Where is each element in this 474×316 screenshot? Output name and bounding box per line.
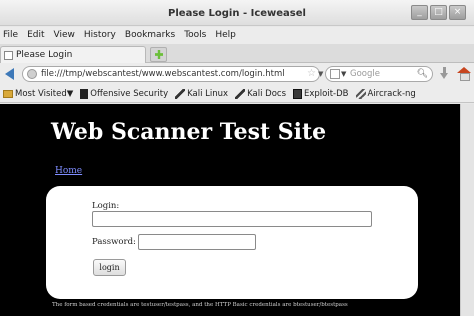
search-placeholder: Google bbox=[350, 69, 380, 79]
login-form: Login: Password: login bbox=[46, 186, 418, 299]
menu-bar: File Edit View History Bookmarks Tools H… bbox=[0, 27, 474, 44]
download-arrow-icon[interactable] bbox=[440, 67, 449, 80]
close-button[interactable]: × bbox=[449, 5, 466, 20]
new-tab-button[interactable] bbox=[150, 47, 167, 62]
site-title: Web Scanner Test Site bbox=[51, 119, 327, 145]
kali-dragon-icon bbox=[235, 88, 246, 99]
bookmark-most-visited[interactable]: Most Visited ▼ bbox=[3, 89, 73, 99]
tab-bar: Please Login bbox=[0, 44, 474, 63]
url-text: file:///tmp/webscantest/www.webscantest.… bbox=[41, 69, 285, 79]
window-controls: _ □ × bbox=[411, 5, 466, 20]
minimize-button[interactable]: _ bbox=[411, 5, 428, 20]
bookmark-offensive-security[interactable]: Offensive Security bbox=[80, 88, 169, 99]
plus-icon bbox=[155, 50, 163, 59]
magnifier-icon[interactable]: 🔍︎ bbox=[417, 68, 428, 80]
address-bar[interactable]: file:///tmp/webscantest/www.webscantest.… bbox=[22, 66, 337, 82]
bookmark-label: Kali Docs bbox=[247, 88, 286, 99]
window-titlebar: Please Login - Iceweasel _ □ × bbox=[0, 0, 474, 26]
page-icon bbox=[4, 51, 13, 60]
site-identity-icon[interactable] bbox=[27, 69, 37, 79]
bookmark-star-icon[interactable]: ☆ bbox=[307, 68, 316, 80]
home-link[interactable]: Home bbox=[55, 166, 82, 176]
navigation-toolbar: file:///tmp/webscantest/www.webscantest.… bbox=[0, 63, 474, 85]
bookmark-label: Kali Linux bbox=[187, 88, 229, 99]
bookmarks-toolbar: Most Visited ▼ Offensive Security Kali L… bbox=[0, 85, 474, 103]
chevron-down-icon[interactable]: ▼ bbox=[341, 68, 346, 80]
search-engine-icon[interactable] bbox=[330, 69, 340, 79]
menu-bookmarks[interactable]: Bookmarks bbox=[125, 27, 175, 44]
chevron-down-icon: ▼ bbox=[66, 88, 74, 99]
bookmark-kali-docs[interactable]: Kali Docs bbox=[235, 88, 286, 99]
offsec-icon bbox=[80, 88, 89, 99]
menu-tools[interactable]: Tools bbox=[184, 27, 206, 44]
password-label: Password: bbox=[92, 237, 136, 247]
menu-history[interactable]: History bbox=[84, 27, 116, 44]
menu-edit[interactable]: Edit bbox=[27, 27, 44, 44]
history-dropdown-icon[interactable]: ▼ bbox=[318, 68, 323, 80]
vertical-scrollbar[interactable] bbox=[460, 104, 474, 316]
window-title: Please Login - Iceweasel bbox=[168, 8, 306, 19]
page-content: Web Scanner Test Site Home Login: Passwo… bbox=[0, 104, 460, 316]
bookmark-label: Most Visited bbox=[15, 88, 67, 99]
bookmark-kali-linux[interactable]: Kali Linux bbox=[175, 88, 229, 99]
menu-help[interactable]: Help bbox=[215, 27, 236, 44]
login-label: Login: bbox=[92, 201, 120, 211]
bookmark-label: Offensive Security bbox=[90, 88, 169, 99]
back-arrow-icon[interactable] bbox=[5, 68, 14, 80]
login-button[interactable]: login bbox=[93, 259, 126, 276]
menu-file[interactable]: File bbox=[3, 27, 18, 44]
home-icon[interactable] bbox=[457, 67, 471, 81]
login-field[interactable] bbox=[92, 211, 372, 227]
search-box[interactable]: ▼ Google 🔍︎ bbox=[325, 66, 433, 82]
credentials-note: The form based credentials are testuser/… bbox=[52, 302, 348, 308]
kali-dragon-icon bbox=[175, 88, 186, 99]
exploit-db-icon bbox=[293, 88, 302, 99]
tab-please-login[interactable]: Please Login bbox=[0, 46, 146, 63]
tab-label: Please Login bbox=[16, 50, 73, 60]
password-field[interactable] bbox=[138, 234, 256, 250]
bookmark-aircrack-ng[interactable]: Aircrack-ng bbox=[355, 88, 416, 99]
bookmark-exploit-db[interactable]: Exploit-DB bbox=[293, 88, 349, 99]
folder-icon bbox=[3, 89, 13, 98]
bookmark-label: Aircrack-ng bbox=[367, 88, 416, 99]
bookmark-label: Exploit-DB bbox=[304, 88, 349, 99]
maximize-button[interactable]: □ bbox=[430, 5, 447, 20]
aircrack-icon bbox=[355, 88, 366, 99]
menu-view[interactable]: View bbox=[54, 27, 75, 44]
